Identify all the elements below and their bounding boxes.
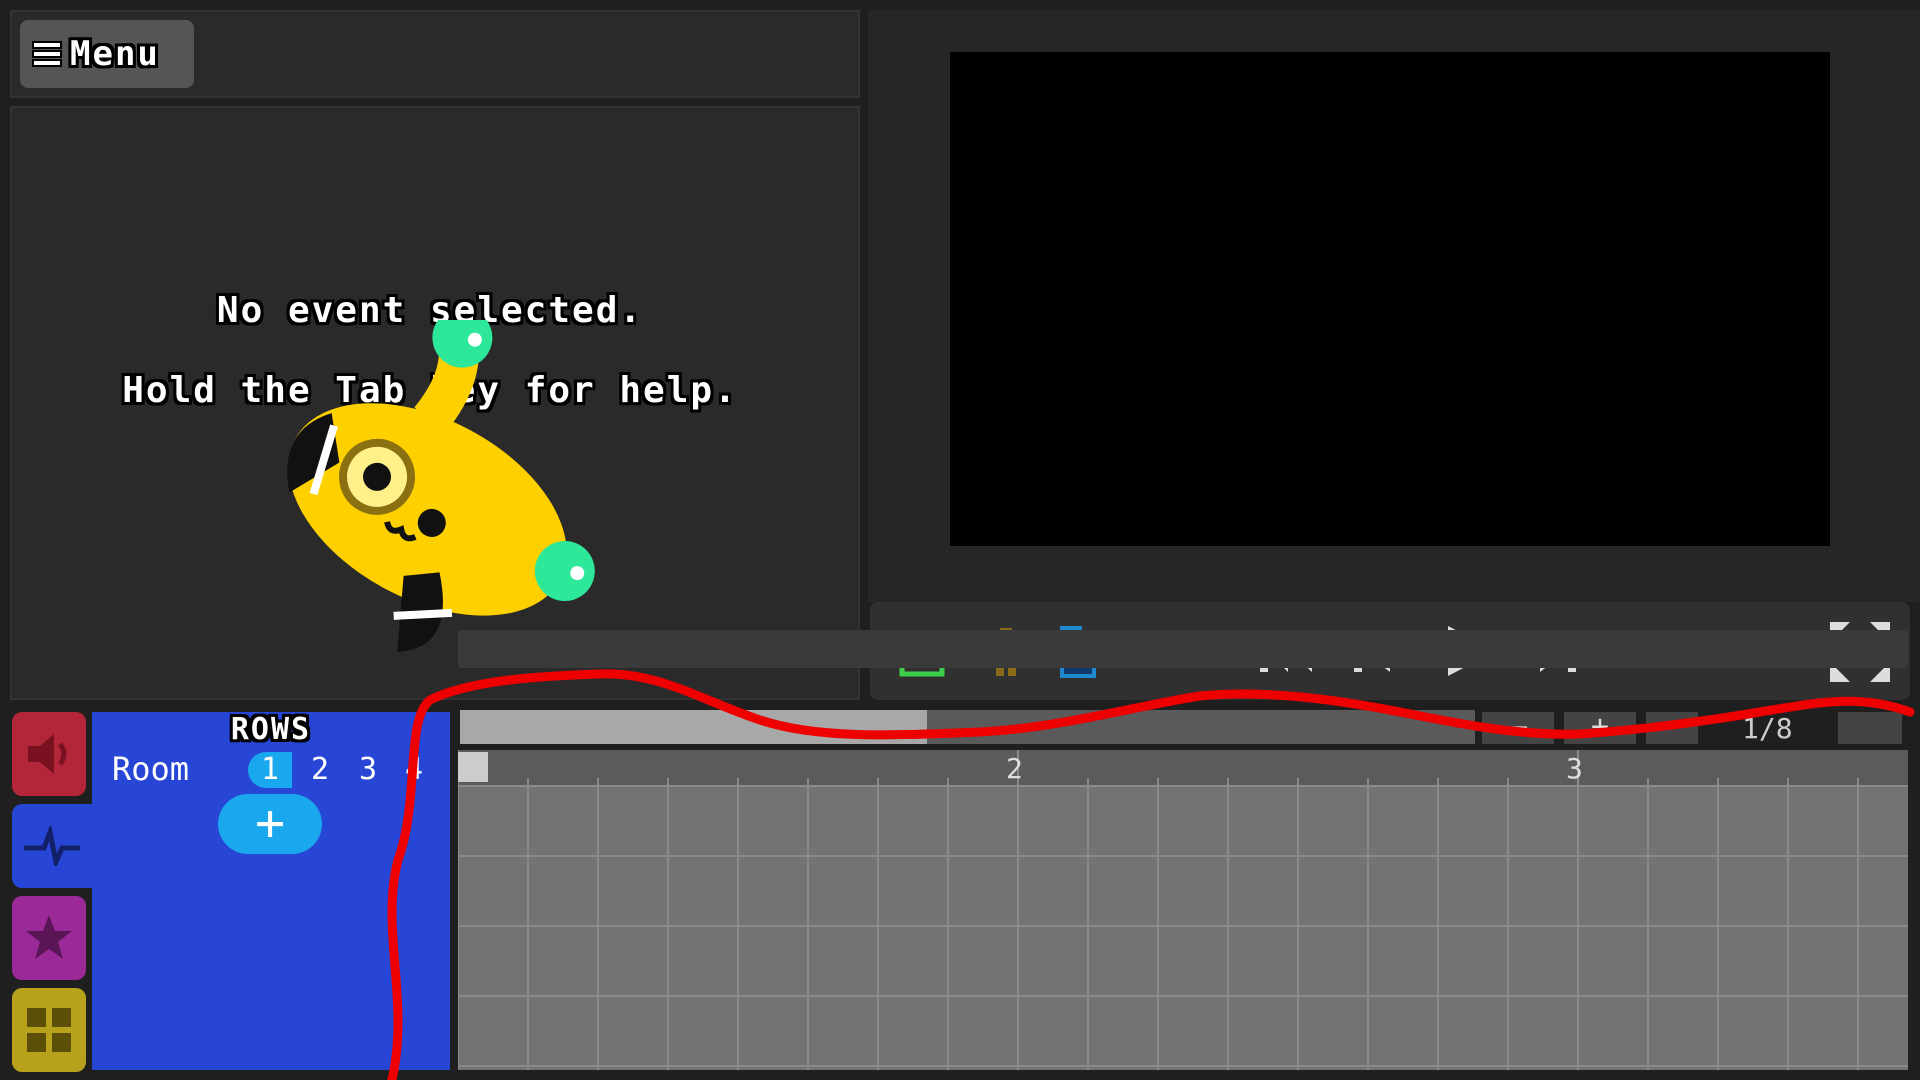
room-tab-2[interactable]: 2 [298,752,342,788]
room-tab-1[interactable]: 1 [248,752,292,788]
room-tab-3[interactable]: 3 [346,752,390,788]
grid-icon [27,1008,71,1052]
bar-number-2: 2 [1006,752,1023,785]
hamburger-icon [34,43,60,65]
filter-icon[interactable] [1838,712,1902,744]
timeline-gridlines [458,750,1908,1070]
room-tab-4[interactable]: 4 [394,752,434,788]
star-icon [26,915,72,959]
tab-sounds[interactable] [12,712,86,796]
page-counter: 1/8 [1742,712,1793,745]
speaker-icon [28,734,67,774]
timeline-scrollbar-thumb[interactable] [460,710,927,744]
playhead-handle[interactable] [458,752,488,782]
menu-label: Menu [70,34,160,74]
tab-decorations[interactable] [12,896,86,980]
zoom-out-button[interactable]: – [1482,712,1554,744]
tab-rows[interactable] [12,804,92,888]
pulse-icon [24,826,80,866]
menu-button[interactable]: Menu [20,20,194,88]
rows-title: ROWS [230,712,312,747]
bookmark-button[interactable] [1646,712,1698,744]
level-preview-screen [950,52,1830,546]
room-label: Room [112,750,190,788]
add-row-button[interactable]: + [218,794,322,854]
tab-actions[interactable] [12,988,86,1072]
zoom-in-button[interactable]: + [1564,712,1636,744]
bar-number-3: 3 [1566,752,1583,785]
mascot-character-icon [287,320,595,652]
timeline-toolbar [458,630,1908,668]
